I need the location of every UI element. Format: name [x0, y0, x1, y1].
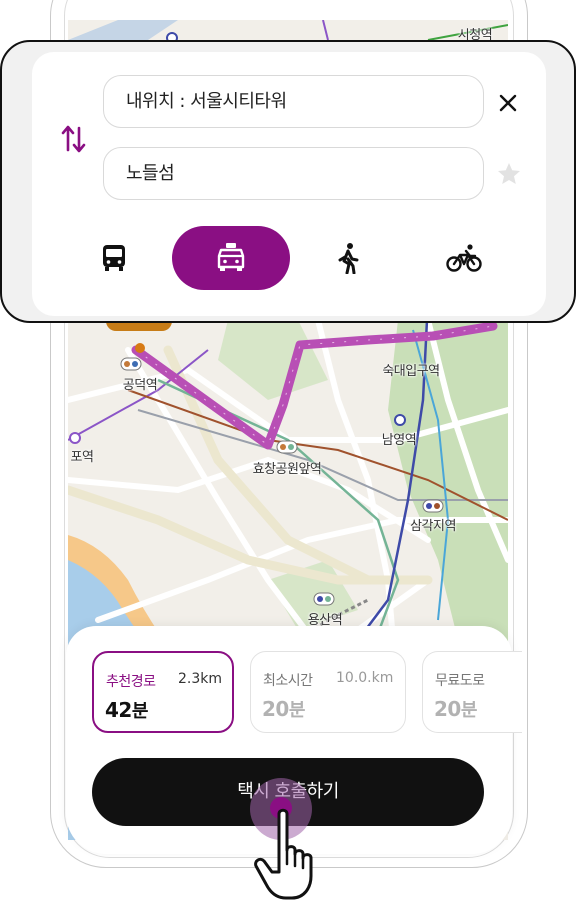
station-label: 공덕역 [122, 378, 158, 393]
station-marker [422, 499, 444, 513]
swap-arrows-icon[interactable] [60, 122, 88, 156]
route-option-time: 42분 [105, 698, 148, 722]
station-label: 삼각지역 [410, 519, 456, 534]
star-icon[interactable] [496, 161, 522, 187]
mode-taxi-button[interactable] [172, 226, 290, 290]
bus-icon [103, 245, 125, 271]
station-label: 숙대입구역 [382, 364, 440, 379]
route-option-recommended[interactable]: 추천경로 2.3km 42분 [92, 651, 234, 733]
station-marker [313, 592, 335, 606]
route-option-time: 20분 [434, 697, 477, 721]
station-label: 남영역 [381, 433, 417, 448]
destination-input[interactable]: 노들섬 [103, 147, 484, 200]
station-marker [276, 440, 298, 454]
bicycle-icon [446, 244, 482, 272]
route-option-free-road[interactable]: 무료도로 20분 [422, 651, 522, 733]
hand-pointer-icon [254, 808, 313, 900]
route-option-name: 추천경로 [106, 674, 156, 690]
station-label: 포역 [70, 450, 94, 465]
mode-bike-button[interactable] [430, 226, 498, 290]
station-marker [120, 357, 142, 371]
route-option-name: 최소시간 [263, 673, 313, 689]
origin-pin-dot [135, 343, 145, 353]
route-option-fastest[interactable]: 최소시간 10.0.km 20분 [250, 651, 406, 733]
route-option-name: 무료도로 [435, 673, 485, 689]
route-option-distance: 2.3km [178, 671, 223, 687]
route-option-time: 20분 [262, 697, 305, 721]
close-icon[interactable] [496, 91, 520, 115]
route-option-distance: 10.0.km [336, 670, 394, 686]
station-label: 효창공원앞역 [252, 462, 322, 477]
mode-bus-button[interactable] [80, 226, 148, 290]
taxi-icon [217, 243, 245, 271]
walk-icon [338, 243, 359, 274]
mode-walk-button[interactable] [314, 226, 382, 290]
origin-input[interactable]: 내위치 : 서울시티타워 [103, 75, 484, 128]
